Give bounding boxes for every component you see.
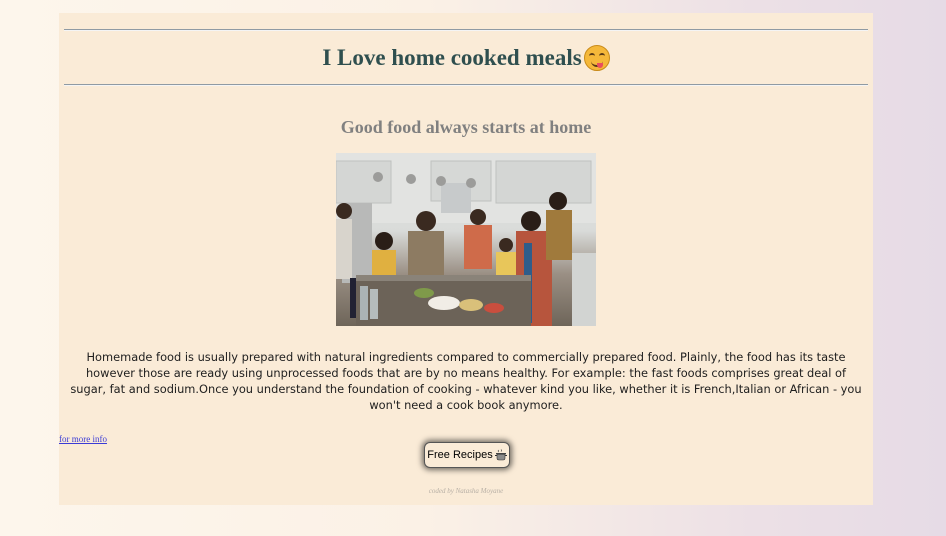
top-divider — [64, 29, 868, 31]
face-savoring-food-icon — [583, 45, 610, 71]
cooking-pot-icon — [494, 449, 507, 461]
free-recipes-button[interactable]: Free Recipes — [424, 442, 510, 468]
family-cooking-photo — [336, 153, 596, 326]
photo-illustration — [336, 153, 596, 326]
bottom-divider — [64, 84, 868, 86]
intro-paragraph: Homemade food is usually prepared with n… — [70, 350, 862, 412]
footer-credit: coded by Natasha Moyane — [428, 487, 504, 495]
content-card: I Love home cooked meals Good food alway… — [59, 13, 873, 505]
more-info-link[interactable]: for more info — [59, 434, 107, 444]
page-title-text: I Love home cooked meals — [322, 45, 582, 70]
free-recipes-label: Free Recipes — [427, 449, 493, 461]
page-title: I Love home cooked meals — [59, 45, 873, 71]
page-subtitle: Good food always starts at home — [340, 117, 592, 137]
